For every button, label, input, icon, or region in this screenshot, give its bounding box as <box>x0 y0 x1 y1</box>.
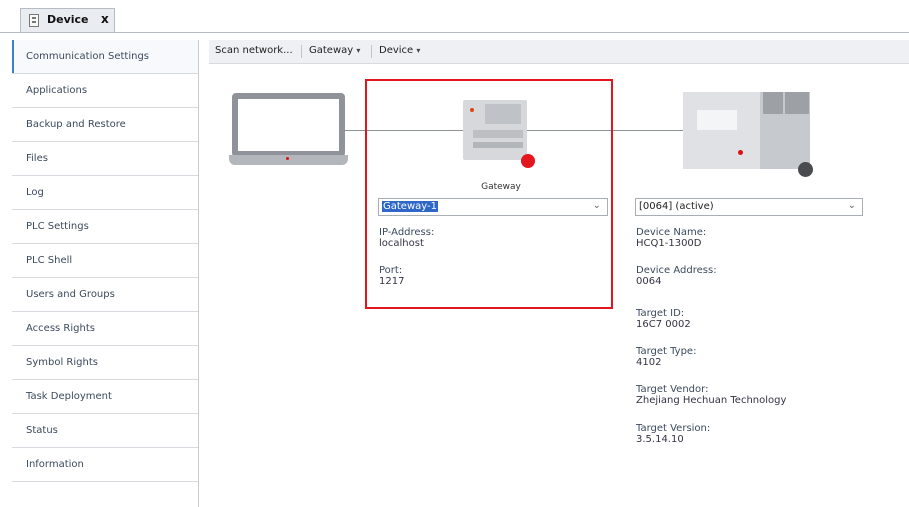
device-select-value: [0064] (active) <box>639 201 714 212</box>
device-address-value: 0064 <box>636 276 662 287</box>
gateway-menu-label: Gateway <box>309 45 354 56</box>
sidebar-item-applications[interactable]: Applications <box>12 74 198 108</box>
toolbar-separator <box>371 45 372 58</box>
device-icon <box>29 14 39 27</box>
sidebar-item-plc-settings[interactable]: PLC Settings <box>12 210 198 244</box>
sidebar: Communication Settings Applications Back… <box>12 40 199 507</box>
plc-module-top <box>785 92 809 114</box>
chevron-down-icon: ▾ <box>356 46 361 55</box>
laptop-led <box>286 157 289 160</box>
sidebar-item-log[interactable]: Log <box>12 176 198 210</box>
target-id-label: Target ID: <box>636 308 685 319</box>
tab-device[interactable]: Device x <box>20 8 115 33</box>
sidebar-item-label: PLC Shell <box>26 255 73 266</box>
target-vendor-label: Target Vendor: <box>636 384 709 395</box>
device-select[interactable]: [0064] (active) ⌄ <box>635 198 863 216</box>
sidebar-item-communication-settings[interactable]: Communication Settings <box>12 40 198 74</box>
sidebar-item-label: Communication Settings <box>26 51 150 62</box>
close-icon[interactable]: x <box>101 12 109 26</box>
sidebar-item-label: Access Rights <box>26 323 95 334</box>
sidebar-item-label: PLC Settings <box>26 221 89 232</box>
sidebar-item-access-rights[interactable]: Access Rights <box>12 312 198 346</box>
plc-module-top <box>763 92 783 114</box>
sidebar-item-plc-shell[interactable]: PLC Shell <box>12 244 198 278</box>
target-version-value: 3.5.14.10 <box>636 434 684 445</box>
editor-tab-strip: Device x <box>0 0 909 33</box>
chevron-down-icon: ▾ <box>416 46 421 55</box>
device-name-label: Device Name: <box>636 227 707 238</box>
sidebar-item-backup-and-restore[interactable]: Backup and Restore <box>12 108 198 142</box>
chevron-down-icon: ⌄ <box>847 200 856 211</box>
sidebar-item-label: Information <box>26 459 84 470</box>
target-type-label: Target Type: <box>636 346 697 357</box>
laptop-base <box>229 155 348 165</box>
plc-device-icon[interactable] <box>683 92 810 169</box>
gateway-menu-button[interactable]: Gateway ▾ <box>309 45 360 56</box>
plc-led <box>738 150 743 155</box>
tab-divider <box>0 32 909 33</box>
device-name-value: HCQ1-1300D <box>636 238 702 249</box>
sidebar-item-label: Backup and Restore <box>26 119 126 130</box>
sidebar-item-label: Task Deployment <box>26 391 112 402</box>
sidebar-item-label: Symbol Rights <box>26 357 98 368</box>
sidebar-item-label: Files <box>26 153 48 164</box>
sidebar-item-label: Log <box>26 187 44 198</box>
sidebar-item-information[interactable]: Information <box>12 448 198 482</box>
laptop-icon <box>232 93 345 157</box>
toolbar-separator <box>301 45 302 58</box>
sidebar-item-task-deployment[interactable]: Task Deployment <box>12 380 198 414</box>
target-version-label: Target Version: <box>636 423 711 434</box>
sidebar-item-label: Applications <box>26 85 88 96</box>
sidebar-item-label: Users and Groups <box>26 289 115 300</box>
device-menu-label: Device <box>379 45 414 56</box>
sidebar-item-files[interactable]: Files <box>12 142 198 176</box>
sidebar-item-symbol-rights[interactable]: Symbol Rights <box>12 346 198 380</box>
target-id-value: 16C7 0002 <box>636 319 691 330</box>
sidebar-item-status[interactable]: Status <box>12 414 198 448</box>
target-type-value: 4102 <box>636 357 662 368</box>
sidebar-item-label: Status <box>26 425 58 436</box>
scan-network-button[interactable]: Scan network... <box>215 45 293 56</box>
target-vendor-value: Zhejiang Hechuan Technology <box>636 395 787 406</box>
gateway-highlight-box <box>365 79 613 309</box>
sidebar-active-indicator <box>12 40 14 73</box>
device-status-icon <box>798 162 813 177</box>
sidebar-item-users-and-groups[interactable]: Users and Groups <box>12 278 198 312</box>
toolbar: Scan network... Gateway ▾ Device ▾ <box>209 40 909 64</box>
plc-panel <box>697 110 737 130</box>
laptop-screen <box>238 99 339 151</box>
device-menu-button[interactable]: Device ▾ <box>379 45 420 56</box>
device-address-label: Device Address: <box>636 265 717 276</box>
tab-device-label: Device <box>47 13 89 26</box>
